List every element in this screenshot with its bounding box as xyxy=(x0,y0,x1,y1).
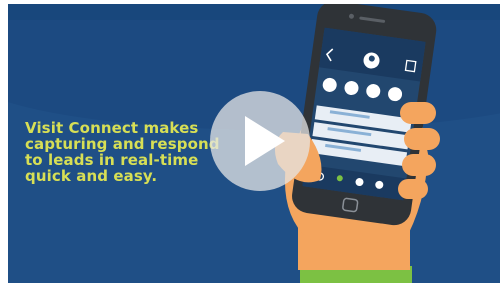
play-button[interactable] xyxy=(210,91,310,191)
video-player[interactable]: Visit Connect makes capturing and respon… xyxy=(8,4,500,283)
play-icon xyxy=(245,116,285,166)
finger-3 xyxy=(402,154,436,176)
video-frame: Visit Connect makes capturing and respon… xyxy=(0,0,503,284)
finger-4 xyxy=(398,179,428,199)
finger-2 xyxy=(404,128,440,150)
finger-1 xyxy=(400,102,436,124)
